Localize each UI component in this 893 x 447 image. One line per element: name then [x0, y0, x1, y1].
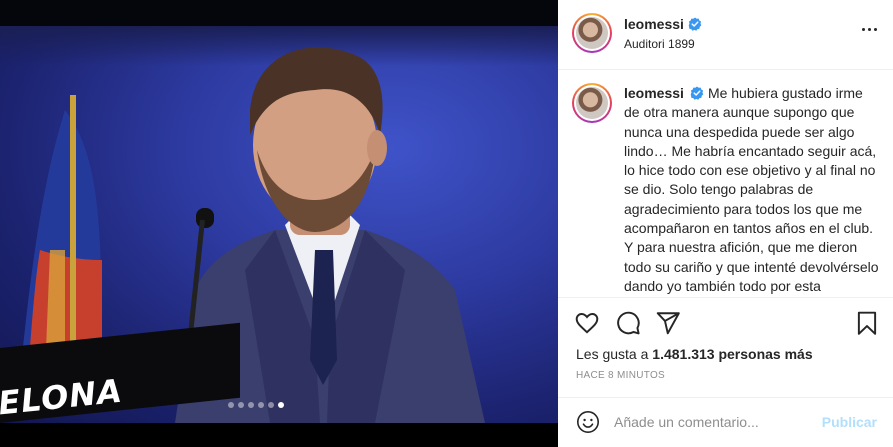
flag-pole — [70, 95, 76, 375]
bookmark-icon[interactable] — [854, 310, 880, 336]
carousel-dot — [268, 402, 274, 408]
post-sidebar: leomessi Auditori 1899 leomessi Me hubie… — [558, 0, 893, 447]
post-caption: leomessi Me hubiera gustado irme de otra… — [624, 84, 882, 297]
more-options-icon[interactable] — [862, 28, 877, 31]
likes-number: 1.481.313 — [652, 346, 715, 362]
carousel-dot — [258, 402, 264, 408]
carousel-dot — [248, 402, 254, 408]
header-username[interactable]: leomessi — [624, 16, 684, 32]
carousel-indicator — [228, 402, 284, 408]
heart-icon[interactable] — [574, 310, 600, 336]
caption-text: Me hubiera gustado irme de otra manera a… — [624, 85, 879, 294]
share-icon[interactable] — [655, 310, 681, 336]
caption-username[interactable]: leomessi — [624, 85, 684, 101]
comment-icon[interactable] — [615, 310, 641, 336]
comments-area: leomessi Me hubiera gustado irme de otra… — [558, 71, 893, 297]
likes-count[interactable]: Les gusta a 1.481.313 personas más — [576, 346, 813, 362]
post-header: leomessi Auditori 1899 — [558, 0, 893, 70]
avatar[interactable] — [572, 13, 612, 53]
likes-suffix: personas más — [718, 346, 813, 362]
catalan-flag — [20, 110, 102, 375]
carousel-dot — [238, 402, 244, 408]
verified-badge-icon — [690, 86, 704, 100]
post-timestamp[interactable]: HACE 8 MINUTOS — [576, 370, 665, 381]
publish-button[interactable]: Publicar — [822, 414, 877, 430]
header-user-row: leomessi — [624, 16, 702, 34]
caption-avatar[interactable] — [572, 83, 612, 123]
photo-top-strip — [0, 0, 558, 26]
comment-composer: Publicar — [558, 397, 893, 447]
location-link[interactable]: Auditori 1899 — [624, 37, 695, 51]
verified-badge-icon — [688, 17, 702, 31]
carousel-dot — [228, 402, 234, 408]
comment-input[interactable] — [614, 410, 814, 434]
emoji-icon[interactable] — [576, 410, 600, 434]
instagram-post: ELONA leomessi Auditori 1899 leomessi Me… — [0, 0, 893, 447]
post-photo[interactable]: ELONA — [0, 0, 558, 423]
likes-prefix: Les gusta a — [576, 346, 649, 362]
carousel-dot — [278, 402, 284, 408]
